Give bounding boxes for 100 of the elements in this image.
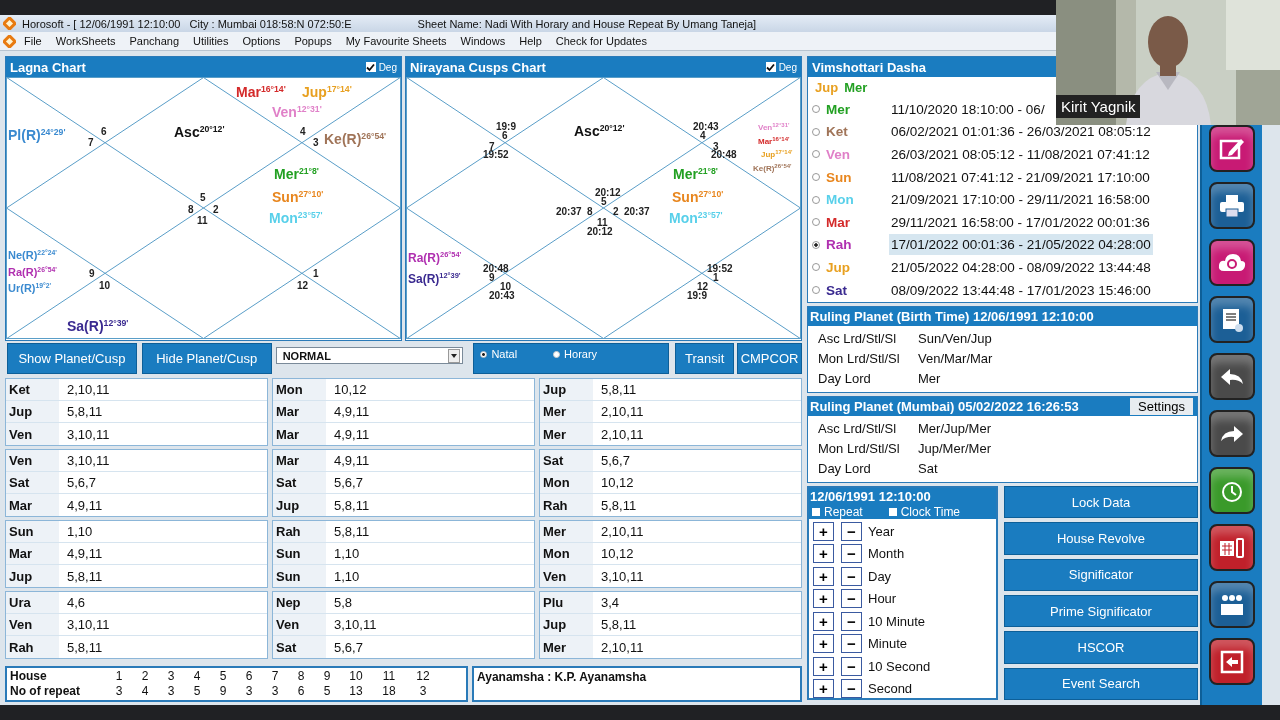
action-button[interactable]: Event Search	[1004, 667, 1198, 700]
radio-button[interactable]: Horary	[553, 348, 598, 360]
planet-cell: Rah	[540, 494, 593, 516]
menu-item[interactable]: Popups	[286, 35, 338, 47]
radio-button[interactable]	[812, 240, 820, 249]
house-label: 19:9	[496, 121, 516, 132]
decrement-button[interactable]: −	[841, 566, 862, 586]
menu-item[interactable]: My Favourite Sheets	[337, 35, 453, 47]
action-button[interactable]: Lock Data	[1004, 486, 1198, 519]
document-icon[interactable]	[1209, 296, 1255, 343]
deg-checkbox[interactable]	[365, 62, 376, 72]
ruling-label: Day Lord	[818, 370, 872, 386]
action-button[interactable]: Prime Significator	[1004, 595, 1198, 628]
transit-button[interactable]: Transit	[675, 343, 735, 374]
houses-cell-text: 3,10,11	[66, 453, 110, 468]
cloud-sync-icon[interactable]	[1209, 239, 1255, 286]
calendar-icon[interactable]	[1209, 524, 1255, 571]
radio-button[interactable]	[812, 150, 820, 159]
houses-cell-text: 5,6,7	[66, 475, 96, 490]
increment-button[interactable]: +	[813, 589, 834, 609]
action-button[interactable]: Significator	[1004, 558, 1198, 591]
step-label: Second	[868, 681, 913, 697]
cmpcor-button[interactable]: CMPCOR	[737, 343, 802, 374]
increment-button[interactable]: +	[813, 656, 834, 676]
radio-button[interactable]	[812, 286, 820, 295]
planet-label: Jup$^{17°14'}$	[302, 83, 352, 100]
mode-dropdown[interactable]: NORMAL	[275, 347, 464, 364]
menu-item[interactable]: Windows	[452, 35, 512, 47]
decrement-button[interactable]: −	[841, 679, 862, 699]
ruling-value: Mer/Jup/Mer	[918, 420, 991, 436]
sheet-name: Sheet Name: Nadi With Horary and House Repeat By Umang Taneja]	[417, 17, 757, 30]
house-label: 12	[297, 280, 309, 291]
dasha-period: 11/08/2021 07:41:12 - 21/09/2021 17:10:00	[890, 168, 1151, 187]
planet-label: Mer$^{21°8'}$	[274, 165, 319, 182]
pencil-icon[interactable]	[1209, 125, 1255, 172]
menu-item[interactable]: File	[16, 35, 48, 47]
checkbox[interactable]: Repeat	[812, 504, 863, 519]
planet-cell: Ven	[6, 614, 59, 635]
radio-button[interactable]	[812, 263, 820, 272]
alarm-clock-icon[interactable]	[1209, 467, 1255, 514]
decrement-button[interactable]: −	[841, 521, 862, 541]
increment-button[interactable]: +	[813, 544, 834, 564]
app-menu-icon[interactable]	[3, 34, 16, 48]
decrement-button[interactable]: −	[841, 544, 862, 564]
planet-cell: Jup	[6, 401, 59, 422]
planet-label: Ra(R)$^{26°54'}$	[8, 265, 57, 278]
ruling-label: Day Lord	[818, 460, 872, 476]
decrement-button[interactable]: −	[841, 611, 862, 631]
menu-item[interactable]: WorkSheets	[47, 35, 122, 47]
ruling-value: Mer	[918, 370, 941, 386]
decrement-button[interactable]: −	[841, 656, 862, 676]
planet-label: Jup$^{17°14'}$	[761, 148, 793, 159]
action-button[interactable]: House Revolve	[1004, 522, 1198, 555]
radio-button[interactable]: Natal	[480, 348, 518, 360]
house-label: 9	[89, 268, 95, 279]
planet-label: Ra(R)$^{26°54'}$	[408, 250, 462, 265]
houses-cell-text: 5,8,11	[66, 639, 103, 655]
houses-cell-text: 5,8,11	[600, 382, 637, 397]
planet-cell: Ura	[6, 592, 59, 613]
checkbox[interactable]: Clock Time	[888, 504, 961, 519]
decrement-button[interactable]: −	[841, 634, 862, 654]
dasha-period: 17/01/2022 00:01:36 - 21/05/2022 04:28:00	[889, 234, 1153, 256]
menu-item[interactable]: Help	[511, 35, 548, 47]
radio-button[interactable]	[812, 195, 820, 204]
ruling-value: Sat	[918, 460, 938, 476]
print-icon[interactable]	[1209, 182, 1255, 229]
table-cell-text: 4	[192, 669, 202, 684]
increment-button[interactable]: +	[813, 521, 834, 541]
menu-item[interactable]: Options	[234, 35, 287, 47]
radio-button[interactable]	[812, 105, 820, 114]
radio-button[interactable]	[812, 173, 820, 182]
planet-label: Asc$^{20°12'}$	[574, 122, 625, 139]
planet-label: Ne(R)$^{22°24'}$	[8, 248, 57, 261]
house-label: 20:43	[693, 121, 719, 132]
planet-name: Jup	[826, 259, 851, 275]
deg-checkbox[interactable]	[765, 62, 776, 72]
increment-button[interactable]: +	[813, 611, 834, 631]
settings-button[interactable]: Settings	[1130, 398, 1193, 415]
planet-label: Sun$^{27°10'}$	[272, 188, 324, 205]
house-label: 11	[597, 217, 608, 228]
table-cell-text: 3	[270, 684, 280, 699]
planet-cell: Sat	[273, 636, 326, 658]
radio-button[interactable]	[812, 218, 820, 227]
hide-planet-button[interactable]: Hide Planet/Cusp	[141, 343, 272, 374]
increment-button[interactable]: +	[813, 679, 834, 699]
increment-button[interactable]: +	[813, 566, 834, 586]
menu-item[interactable]: Panchang	[121, 35, 185, 47]
decrement-button[interactable]: −	[841, 589, 862, 609]
planet-label: Mer$^{21°8'}$	[673, 165, 718, 182]
action-button[interactable]: HSCOR	[1004, 631, 1198, 664]
houses-cell-text: 5,8,11	[66, 404, 103, 419]
panel-title: Ruling Planet (Birth Time) 12/06/1991 12:10:00	[810, 309, 1094, 324]
increment-button[interactable]: +	[813, 634, 834, 654]
people-icon[interactable]	[1209, 581, 1255, 628]
planet-cell: Rah	[6, 636, 59, 658]
menu-item[interactable]: Check for Updates	[547, 35, 653, 47]
radio-button[interactable]	[812, 127, 820, 136]
menu-item[interactable]: Utilities	[185, 35, 235, 47]
show-planet-button[interactable]: Show Planet/Cusp	[7, 343, 137, 374]
exit-icon[interactable]	[1209, 638, 1255, 685]
